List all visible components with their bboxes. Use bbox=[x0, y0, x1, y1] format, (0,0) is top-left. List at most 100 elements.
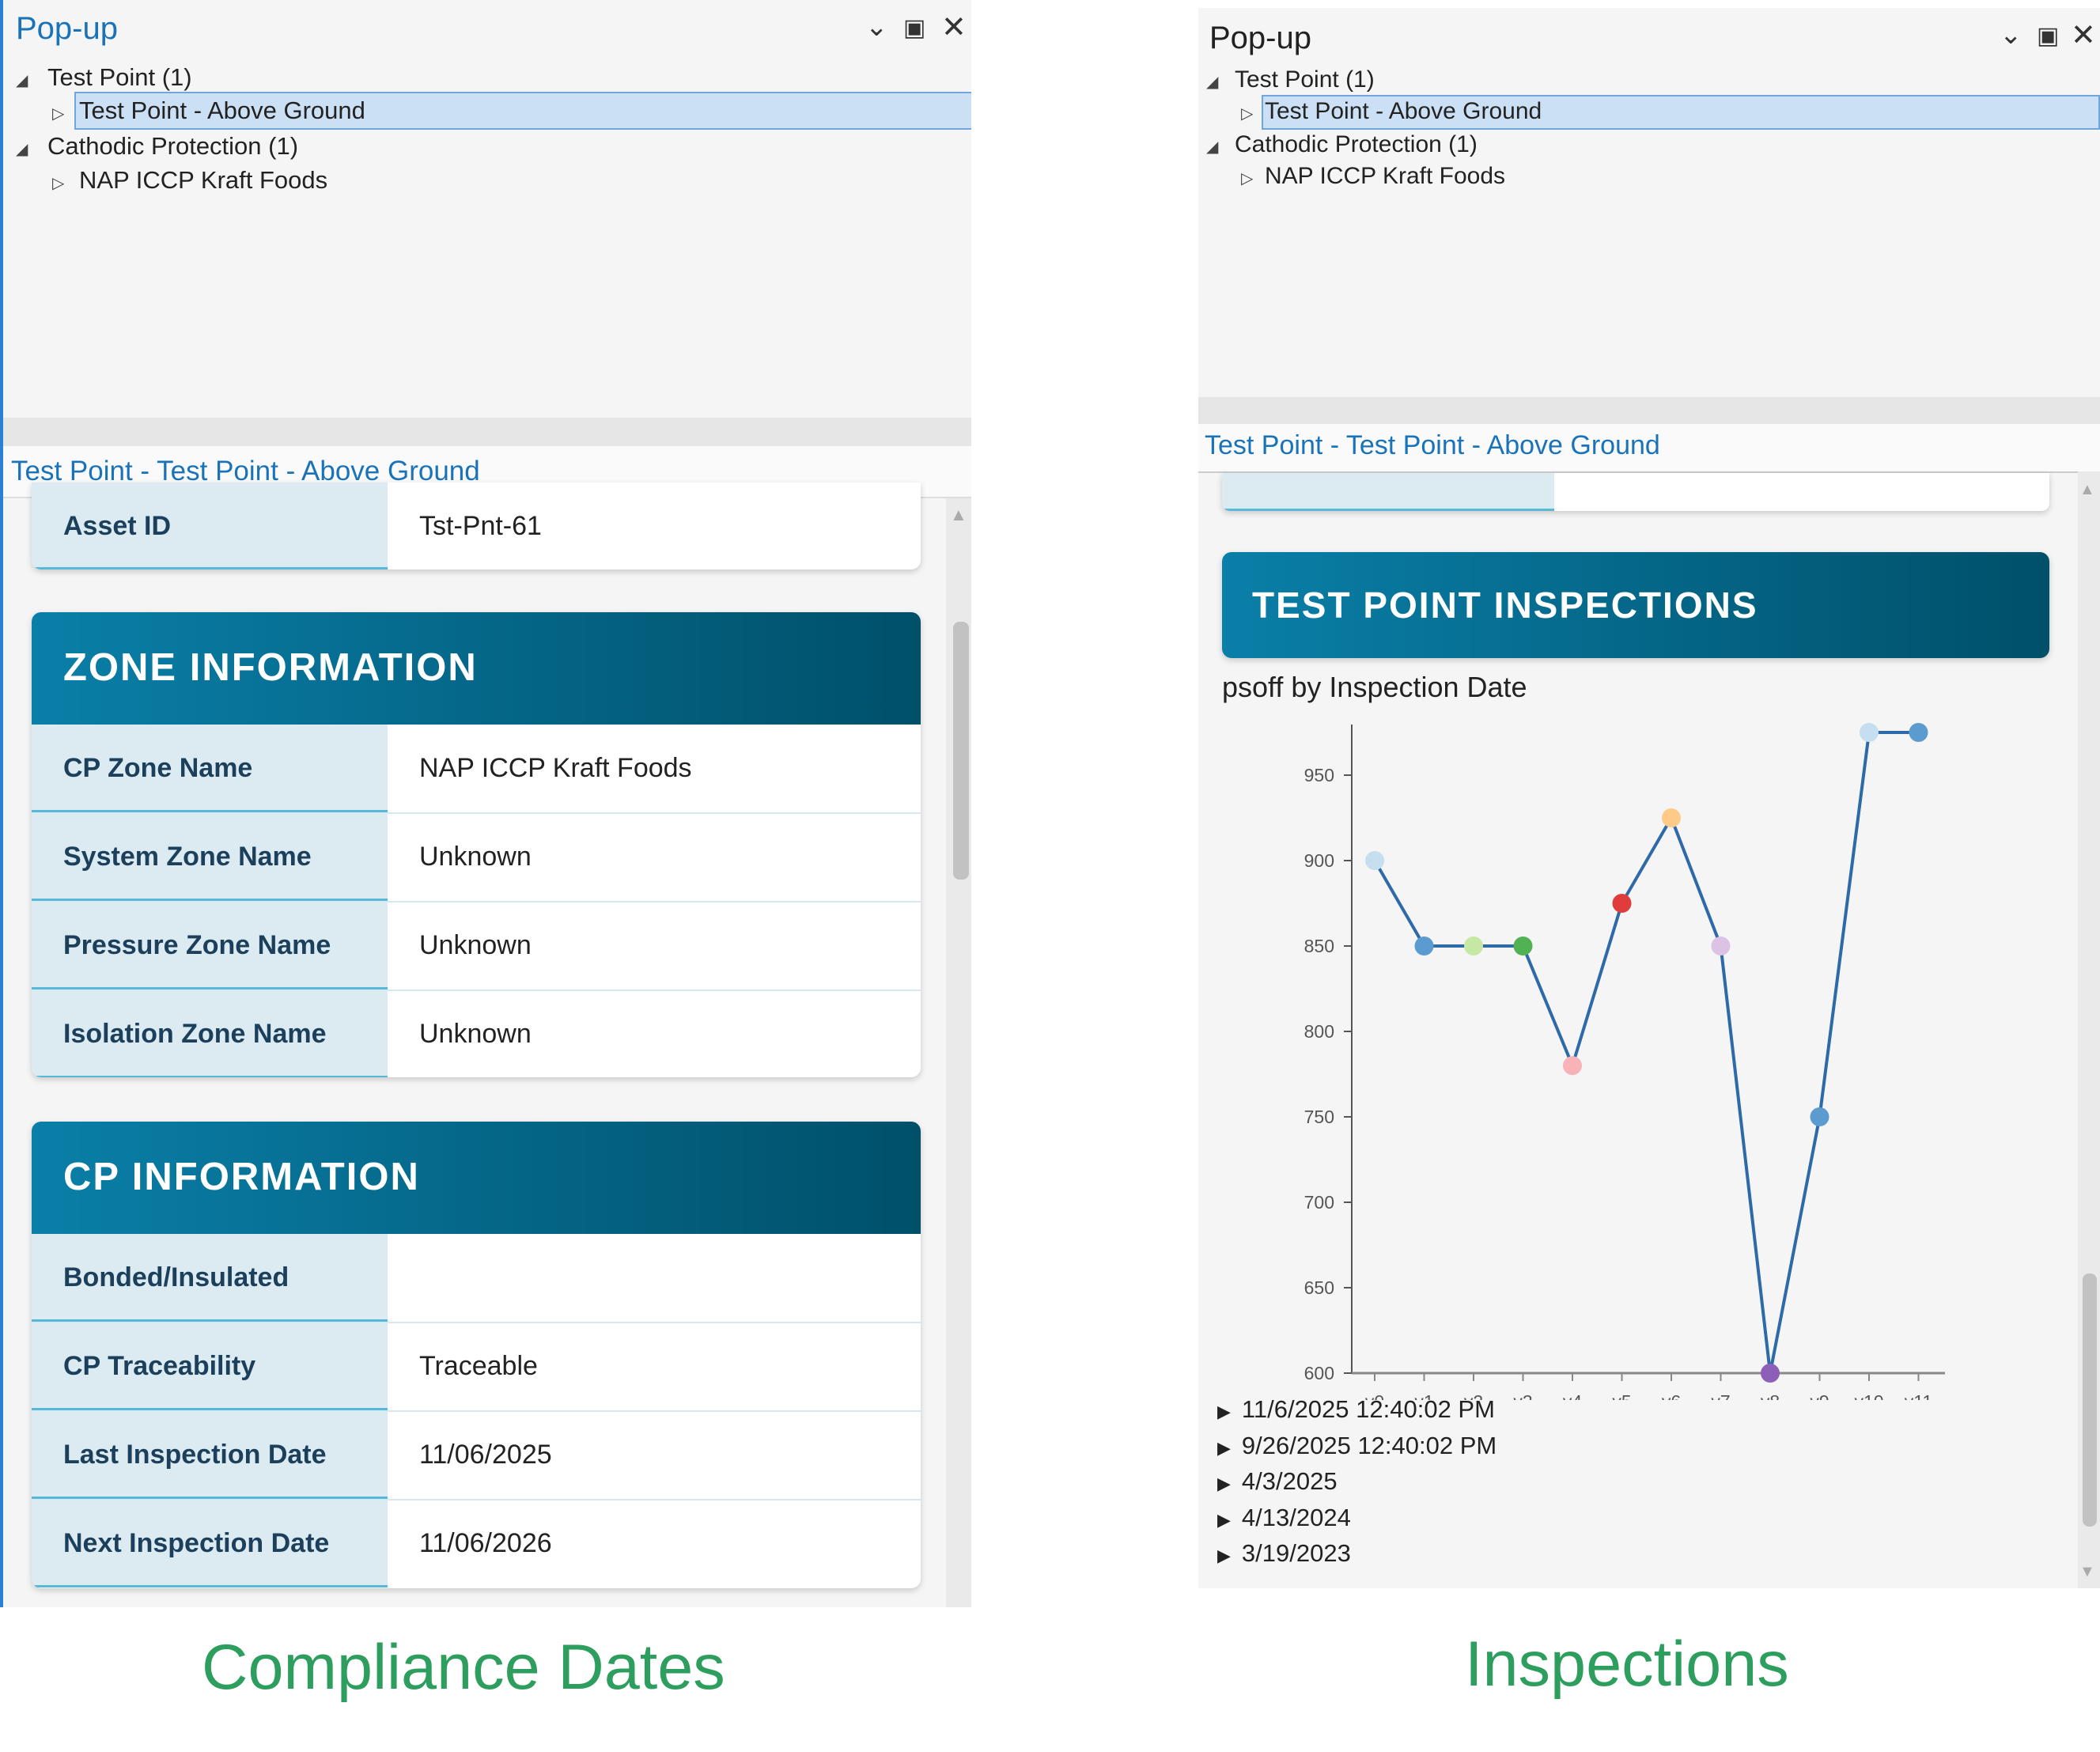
y-tick-label: 950 bbox=[1304, 765, 1334, 785]
panel-splitter[interactable] bbox=[3, 418, 971, 446]
data-point bbox=[1513, 937, 1533, 955]
field-label: Isolation Zone Name bbox=[32, 990, 388, 1077]
data-point bbox=[1909, 723, 1928, 742]
y-tick-label: 800 bbox=[1304, 1021, 1334, 1042]
x-tick-label: v10 bbox=[1854, 1391, 1883, 1400]
y-tick-label: 750 bbox=[1304, 1107, 1334, 1127]
chevron-down-icon[interactable]: ⌄ bbox=[865, 11, 888, 43]
panel-splitter[interactable] bbox=[1198, 397, 2100, 424]
x-tick-label: v7 bbox=[1711, 1391, 1730, 1400]
section-header: ZONE INFORMATION bbox=[32, 612, 921, 725]
scroll-up-icon[interactable]: ▲ bbox=[2079, 481, 2095, 499]
scrollbar-thumb[interactable] bbox=[2083, 1273, 2097, 1527]
data-point bbox=[1464, 937, 1483, 955]
close-icon[interactable]: ✕ bbox=[941, 9, 967, 45]
tree-item-cathodic-protection[interactable]: ◢ Cathodic Protection (1) bbox=[16, 132, 298, 161]
list-item[interactable]: ▶ 3/19/2023 bbox=[1217, 1539, 1351, 1568]
data-point bbox=[1365, 851, 1384, 870]
field-label: Next Inspection Date bbox=[32, 1500, 388, 1587]
list-item[interactable]: ▶ 9/26/2025 12:40:02 PM bbox=[1217, 1432, 1496, 1460]
y-tick-label: 600 bbox=[1304, 1363, 1334, 1383]
psoff-line-chart: 600650700750800850900950v0v1v2v3v4v5v6v7… bbox=[1304, 723, 1945, 1400]
chart-title: psoff by Inspection Date bbox=[1222, 671, 1527, 703]
list-item[interactable]: ▶ 11/6/2025 12:40:02 PM bbox=[1217, 1395, 1495, 1424]
expand-triangle-icon[interactable]: ▶ bbox=[1217, 1474, 1231, 1493]
field-value: Unknown bbox=[419, 1019, 532, 1049]
asset-card: Asset ID Tst-Pnt-61 bbox=[32, 482, 921, 569]
left-popup-panel: Pop-up ⌄ ▣ ✕ ◢ Test Point (1) ▷ Test Point… bbox=[0, 0, 971, 1607]
x-tick-label: v11 bbox=[1905, 1391, 1932, 1400]
field-label bbox=[1222, 473, 1554, 511]
y-tick-label: 850 bbox=[1304, 936, 1334, 956]
field-value: Unknown bbox=[419, 842, 532, 872]
inspections-header: TEST POINT INSPECTIONS bbox=[1222, 552, 2049, 658]
tree-item-test-point-above-ground[interactable]: ▷ Test Point - Above Ground bbox=[1241, 98, 1542, 125]
list-item[interactable]: ▶ 4/13/2024 bbox=[1217, 1504, 1351, 1532]
data-point bbox=[1414, 937, 1434, 955]
data-point bbox=[1711, 937, 1731, 955]
field-label: CP Traceability bbox=[32, 1323, 388, 1410]
collapsed-triangle-icon[interactable]: ▷ bbox=[1241, 104, 1265, 123]
maximize-icon[interactable]: ▣ bbox=[903, 14, 925, 42]
table-row: System Zone Name Unknown bbox=[32, 813, 921, 902]
tree-item-test-point[interactable]: ◢ Test Point (1) bbox=[1206, 66, 1375, 93]
field-label: Last Inspection Date bbox=[32, 1411, 388, 1499]
field-value: Tst-Pnt-61 bbox=[419, 511, 542, 541]
data-point bbox=[1810, 1107, 1829, 1126]
expanded-triangle-icon[interactable]: ◢ bbox=[1206, 72, 1235, 92]
tree-item-test-point[interactable]: ◢ Test Point (1) bbox=[16, 63, 192, 92]
x-tick-label: v4 bbox=[1563, 1391, 1583, 1400]
tree-item-nap-iccp[interactable]: ▷ NAP ICCP Kraft Foods bbox=[52, 166, 327, 195]
table-row: Bonded/Insulated bbox=[32, 1234, 921, 1323]
expand-triangle-icon[interactable]: ▶ bbox=[1217, 1510, 1231, 1530]
asset-id-row: Asset ID Tst-Pnt-61 bbox=[32, 482, 921, 569]
field-value: 11/06/2025 bbox=[419, 1440, 552, 1470]
data-point bbox=[1860, 723, 1879, 742]
tree-item-test-point-above-ground[interactable]: ▷ Test Point - Above Ground bbox=[52, 96, 365, 125]
data-point bbox=[1662, 808, 1681, 827]
scrollbar-thumb[interactable] bbox=[953, 622, 969, 880]
table-row: Pressure Zone Name Unknown bbox=[32, 902, 921, 991]
scroll-up-icon[interactable]: ▲ bbox=[950, 505, 967, 525]
section-header: CP INFORMATION bbox=[32, 1122, 921, 1234]
expand-triangle-icon[interactable]: ▶ bbox=[1217, 1438, 1231, 1458]
previous-card-fragment bbox=[1222, 473, 2049, 511]
right-popup-panel: Pop-up ⌄ ▣ ✕ ◢ Test Point (1) ▷ Test Point… bbox=[1198, 8, 2100, 1588]
tree-item-nap-iccp[interactable]: ▷ NAP ICCP Kraft Foods bbox=[1241, 163, 1505, 190]
expanded-triangle-icon[interactable]: ◢ bbox=[16, 139, 47, 159]
table-row: Next Inspection Date 11/06/2026 bbox=[32, 1500, 921, 1587]
zone-information-card: ZONE INFORMATION CP Zone Name NAP ICCP K… bbox=[32, 612, 921, 1077]
field-value: NAP ICCP Kraft Foods bbox=[419, 753, 692, 783]
caption-compliance-dates: Compliance Dates bbox=[202, 1632, 725, 1703]
x-tick-label: v9 bbox=[1810, 1391, 1829, 1400]
field-label: Asset ID bbox=[32, 482, 388, 569]
expand-triangle-icon[interactable]: ▶ bbox=[1217, 1402, 1231, 1421]
close-icon[interactable]: ✕ bbox=[2071, 17, 2096, 53]
x-tick-label: v3 bbox=[1513, 1391, 1532, 1400]
popup-title: Pop-up bbox=[1209, 21, 1311, 55]
field-value: 11/06/2026 bbox=[419, 1528, 552, 1558]
table-row: CP Traceability Traceable bbox=[32, 1323, 921, 1412]
list-item[interactable]: ▶ 4/3/2025 bbox=[1217, 1467, 1338, 1496]
x-tick-label: v5 bbox=[1612, 1391, 1631, 1400]
expanded-triangle-icon[interactable]: ◢ bbox=[16, 70, 47, 90]
table-row: Last Inspection Date 11/06/2025 bbox=[32, 1411, 921, 1500]
field-value: Traceable bbox=[419, 1351, 538, 1381]
table-row: CP Zone Name NAP ICCP Kraft Foods bbox=[32, 725, 921, 814]
data-point bbox=[1761, 1364, 1780, 1383]
scroll-down-icon[interactable]: ▼ bbox=[2079, 1563, 2095, 1581]
collapsed-triangle-icon[interactable]: ▷ bbox=[52, 104, 79, 123]
popup-title: Pop-up bbox=[16, 11, 118, 46]
data-point bbox=[1612, 894, 1632, 913]
chevron-down-icon[interactable]: ⌄ bbox=[2000, 19, 2022, 51]
series-line bbox=[1373, 731, 1919, 1374]
field-label: Pressure Zone Name bbox=[32, 902, 388, 990]
maximize-icon[interactable]: ▣ bbox=[2037, 22, 2059, 50]
breadcrumb[interactable]: Test Point - Test Point - Above Ground bbox=[1205, 430, 1660, 461]
expand-triangle-icon[interactable]: ▶ bbox=[1217, 1546, 1231, 1565]
collapsed-triangle-icon[interactable]: ▷ bbox=[52, 173, 79, 193]
field-label: System Zone Name bbox=[32, 813, 388, 901]
expanded-triangle-icon[interactable]: ◢ bbox=[1206, 137, 1235, 157]
tree-item-cathodic-protection[interactable]: ◢ Cathodic Protection (1) bbox=[1206, 131, 1478, 158]
collapsed-triangle-icon[interactable]: ▷ bbox=[1241, 168, 1265, 188]
